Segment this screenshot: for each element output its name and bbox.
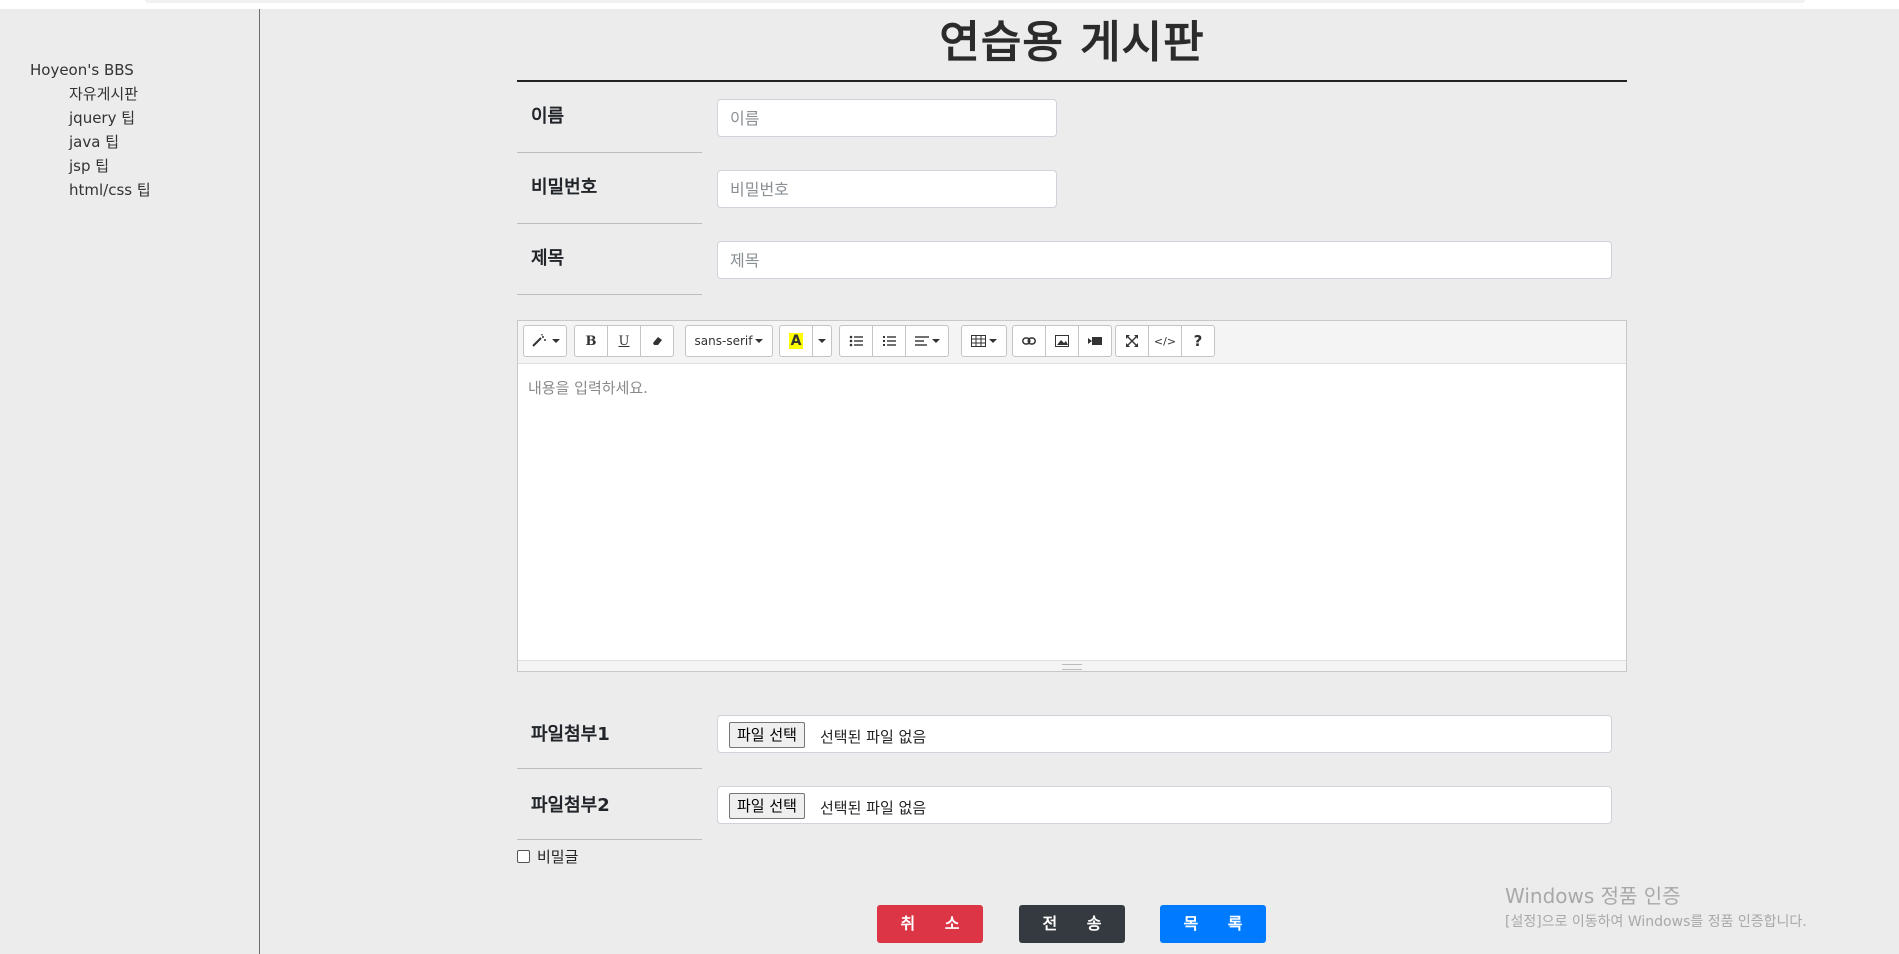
watermark-subtitle: [설정]으로 이동하여 Windows를 정품 인증합니다. [1505,914,1807,930]
color-dropdown-icon[interactable] [812,325,832,357]
eraser-icon[interactable] [640,325,674,357]
video-icon[interactable] [1078,325,1112,357]
secret-checkbox[interactable] [517,850,530,863]
table-group [961,325,1007,357]
fullscreen-icon[interactable] [1115,325,1149,357]
underline-icon[interactable]: U [607,325,641,357]
sidebar-item-html-css[interactable]: html/css 팁 [69,180,151,204]
help-icon[interactable]: ? [1181,325,1215,357]
paragraph-align-icon[interactable] [905,325,949,357]
file2-label: 파일첨부2 [531,795,610,816]
row-divider [517,223,702,224]
file1-input[interactable]: 파일 선택 선택된 파일 없음 [717,715,1612,753]
sidebar-item-jsp[interactable]: jsp 팁 [69,156,151,180]
watermark-title: Windows 정품 인증 [1505,884,1681,908]
text-color-icon[interactable]: A [779,325,813,357]
ordered-list-icon[interactable] [872,325,906,357]
font-style-group: B U [574,325,674,357]
link-icon[interactable] [1012,325,1046,357]
file2-input[interactable]: 파일 선택 선택된 파일 없음 [717,786,1612,824]
list-button[interactable]: 목 록 [1160,905,1266,943]
file2-choose-button[interactable]: 파일 선택 [729,793,805,819]
subject-label: 제목 [531,248,565,269]
font-name-dropdown[interactable]: sans-serif [685,325,773,357]
view-group: </> ? [1115,325,1215,357]
table-icon[interactable] [961,325,1007,357]
editor-resize-bar[interactable] [518,660,1626,671]
sidebar-item-java[interactable]: java 팁 [69,132,151,156]
file1-status: 선택된 파일 없음 [820,728,927,746]
style-group [523,325,567,357]
password-input[interactable] [717,170,1057,208]
secret-post-option[interactable]: 비밀글 [517,846,578,867]
windows-activation-watermark: Windows 정품 인증 [설정]으로 이동하여 Windows를 정품 인증… [1505,880,1807,931]
insert-group [1012,325,1112,357]
file1-label: 파일첨부1 [531,724,610,745]
sidebar-item-free-board[interactable]: 자유게시판 [69,84,151,108]
file1-choose-button[interactable]: 파일 선택 [729,722,805,748]
submit-button[interactable]: 전 송 [1019,905,1125,943]
password-label: 비밀번호 [531,177,598,198]
sidebar-menu: 자유게시판 jquery 팁 java 팁 jsp 팁 html/css 팁 [69,84,151,204]
secret-label: 비밀글 [537,848,579,866]
cancel-button[interactable]: 취 소 [877,905,983,943]
page-title: 연습용 게시판 [939,17,1205,68]
file2-status: 선택된 파일 없음 [820,799,927,817]
row-divider [517,768,702,769]
unordered-list-icon[interactable] [839,325,873,357]
editor-content-area[interactable]: 내용을 입력하세요. [518,363,1626,661]
row-divider [517,294,702,295]
rich-text-editor: B U sans-serif A </> ? 내용을 입력하세요. [517,320,1627,672]
row-divider [517,152,702,153]
resize-grip-icon[interactable] [1062,664,1082,670]
title-divider [517,80,1627,82]
font-name-group: sans-serif [685,325,773,357]
sidebar-item-jquery[interactable]: jquery 팁 [69,108,151,132]
subject-input[interactable] [717,241,1612,279]
bold-icon[interactable]: B [574,325,608,357]
paragraph-group [839,325,949,357]
code-view-icon[interactable]: </> [1148,325,1182,357]
row-divider [517,839,702,840]
site-title-link[interactable]: Hoyeon's BBS [30,61,134,79]
editor-toolbar: B U sans-serif A </> ? [518,321,1626,364]
magic-icon[interactable] [523,325,567,357]
name-input[interactable] [717,99,1057,137]
color-group: A [779,325,832,357]
name-label: 이름 [531,106,565,127]
top-shadow-bar [145,0,1805,3]
picture-icon[interactable] [1045,325,1079,357]
